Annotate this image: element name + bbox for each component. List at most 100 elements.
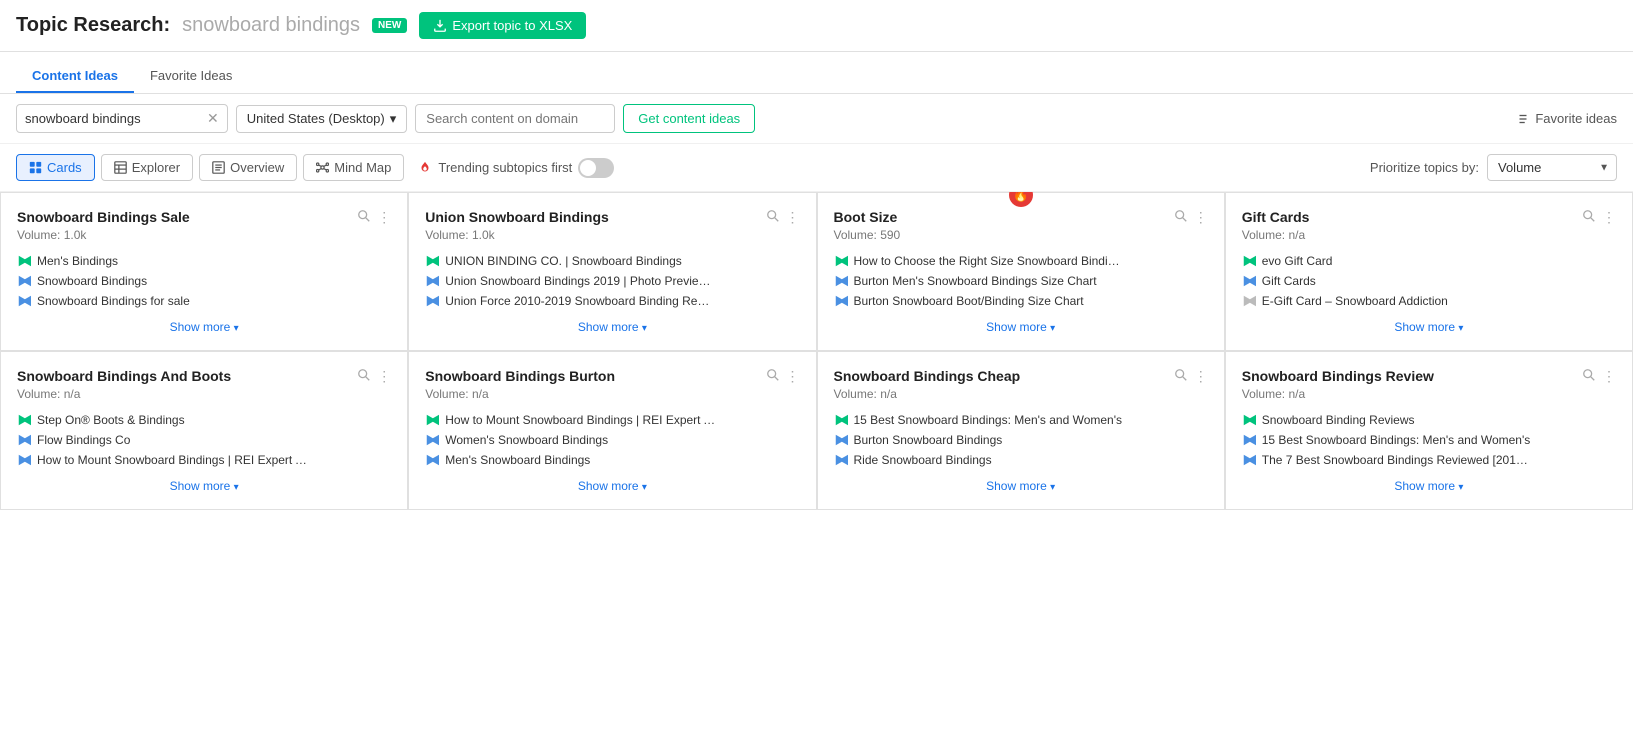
link-text: The 7 Best Snowboard Bindings Reviewed [… [1262, 453, 1532, 467]
show-more-button[interactable]: Show more ▾ [17, 479, 391, 493]
card-header: Snowboard Bindings Burton Volume: n/a ⋮ [425, 368, 799, 401]
blue-flag-icon [834, 294, 848, 308]
more-options-icon[interactable]: ⋮ [786, 368, 800, 385]
search-card-icon[interactable] [1174, 368, 1188, 385]
link-text: Ride Snowboard Bindings [854, 453, 992, 467]
show-more-button[interactable]: Show more ▾ [834, 479, 1208, 493]
view-explorer-button[interactable]: Explorer [101, 154, 193, 181]
network-icon [316, 161, 329, 174]
list-icon [1516, 112, 1530, 126]
new-badge: new [372, 18, 407, 33]
link-text: Burton Snowboard Boot/Binding Size Chart [854, 294, 1084, 308]
link-text: Men's Bindings [37, 254, 118, 268]
page-title-query: snowboard bindings [182, 14, 360, 37]
card-actions: ⋮ [766, 209, 800, 226]
view-cards-button[interactable]: Cards [16, 154, 95, 181]
card-header: Snowboard Bindings Cheap Volume: n/a ⋮ [834, 368, 1208, 401]
blue-flag-icon [425, 433, 439, 447]
show-more-button[interactable]: Show more ▾ [425, 479, 799, 493]
grid-icon [29, 161, 42, 174]
location-select[interactable]: United States (Desktop) ▾ [236, 105, 408, 133]
link-text: How to Mount Snowboard Bindings | REI Ex… [37, 453, 307, 467]
card-title: Snowboard Bindings Burton [425, 368, 623, 384]
keyword-input-wrap: ✕ [16, 104, 228, 133]
blue-flag-icon [17, 274, 31, 288]
card-link-item: 15 Best Snowboard Bindings: Men's and Wo… [1242, 433, 1616, 447]
card-link-item: UNION BINDING CO. | Snowboard Bindings [425, 254, 799, 268]
domain-input[interactable] [415, 104, 615, 133]
export-button[interactable]: Export topic to XLSX [419, 12, 586, 39]
toggle-knob [580, 160, 596, 176]
card-header: Gift Cards Volume: n/a ⋮ [1242, 209, 1616, 242]
card-link-item: Men's Bindings [17, 254, 391, 268]
trending-toggle[interactable] [578, 158, 614, 178]
more-options-icon[interactable]: ⋮ [1602, 368, 1616, 385]
show-more-button[interactable]: Show more ▾ [425, 320, 799, 334]
page-title-static: Topic Research: [16, 14, 170, 37]
search-card-icon[interactable] [1582, 368, 1596, 385]
link-text: Women's Snowboard Bindings [445, 433, 608, 447]
keyword-input[interactable] [25, 111, 201, 126]
show-more-button[interactable]: Show more ▾ [1242, 479, 1616, 493]
card-link-item: Snowboard Bindings for sale [17, 294, 391, 308]
favorite-ideas-link[interactable]: Favorite ideas [1516, 111, 1617, 126]
card-links: How to Choose the Right Size Snowboard B… [834, 254, 1208, 308]
card-link-item: Burton Snowboard Boot/Binding Size Chart [834, 294, 1208, 308]
card-actions: ⋮ [766, 368, 800, 385]
card-actions: ⋮ [357, 209, 391, 226]
export-icon [433, 19, 447, 33]
card-links: Step On® Boots & Bindings Flow Bindings … [17, 413, 391, 467]
card-5: Snowboard Bindings And Boots Volume: n/a… [0, 351, 408, 510]
view-overview-button[interactable]: Overview [199, 154, 297, 181]
clear-keyword-button[interactable]: ✕ [207, 110, 219, 127]
search-card-icon[interactable] [1174, 209, 1188, 226]
more-options-icon[interactable]: ⋮ [377, 209, 391, 226]
tab-content-ideas[interactable]: Content Ideas [16, 60, 134, 93]
card-1: Snowboard Bindings Sale Volume: 1.0k ⋮ M… [0, 192, 408, 351]
green-flag-icon [834, 413, 848, 427]
get-content-ideas-button[interactable]: Get content ideas [623, 104, 755, 133]
search-card-icon[interactable] [766, 368, 780, 385]
card-link-item: Men's Snowboard Bindings [425, 453, 799, 467]
card-header: Boot Size Volume: 590 ⋮ [834, 209, 1208, 242]
card-volume: Volume: n/a [17, 387, 239, 401]
link-text: Snowboard Binding Reviews [1262, 413, 1415, 427]
card-title: Snowboard Bindings Sale [17, 209, 198, 225]
card-volume: Volume: 1.0k [17, 228, 198, 242]
view-mindmap-button[interactable]: Mind Map [303, 154, 404, 181]
search-card-icon[interactable] [766, 209, 780, 226]
card-links: UNION BINDING CO. | Snowboard Bindings U… [425, 254, 799, 308]
tab-favorite-ideas[interactable]: Favorite Ideas [134, 60, 248, 93]
card-7: Snowboard Bindings Cheap Volume: n/a ⋮ 1… [817, 351, 1225, 510]
card-link-item: How to Mount Snowboard Bindings | REI Ex… [17, 453, 391, 467]
more-options-icon[interactable]: ⋮ [1602, 209, 1616, 226]
more-options-icon[interactable]: ⋮ [1194, 209, 1208, 226]
card-actions: ⋮ [357, 368, 391, 385]
priority-select[interactable]: Volume Difficulty Topic Efficiency [1487, 154, 1617, 181]
card-link-item: 15 Best Snowboard Bindings: Men's and Wo… [834, 413, 1208, 427]
show-more-button[interactable]: Show more ▾ [834, 320, 1208, 334]
fire-icon [418, 161, 432, 175]
more-options-icon[interactable]: ⋮ [786, 209, 800, 226]
card-link-item: Snowboard Binding Reviews [1242, 413, 1616, 427]
link-text: 15 Best Snowboard Bindings: Men's and Wo… [854, 413, 1123, 427]
search-card-icon[interactable] [1582, 209, 1596, 226]
link-text: Snowboard Bindings for sale [37, 294, 190, 308]
card-actions: ⋮ [1174, 209, 1208, 226]
card-2: Union Snowboard Bindings Volume: 1.0k ⋮ … [408, 192, 816, 351]
link-text: How to Mount Snowboard Bindings | REI Ex… [445, 413, 715, 427]
card-header: Snowboard Bindings Sale Volume: 1.0k ⋮ [17, 209, 391, 242]
show-more-button[interactable]: Show more ▾ [1242, 320, 1616, 334]
list-view-icon [212, 161, 225, 174]
chevron-down-icon: ▾ [234, 323, 239, 334]
green-flag-icon [425, 254, 439, 268]
show-more-button[interactable]: Show more ▾ [17, 320, 391, 334]
prioritize-wrap: Prioritize topics by: Volume Difficulty … [1370, 154, 1617, 181]
blue-flag-icon [17, 453, 31, 467]
card-header: Union Snowboard Bindings Volume: 1.0k ⋮ [425, 209, 799, 242]
search-card-icon[interactable] [357, 368, 371, 385]
link-text: 15 Best Snowboard Bindings: Men's and Wo… [1262, 433, 1531, 447]
more-options-icon[interactable]: ⋮ [377, 368, 391, 385]
search-card-icon[interactable] [357, 209, 371, 226]
more-options-icon[interactable]: ⋮ [1194, 368, 1208, 385]
